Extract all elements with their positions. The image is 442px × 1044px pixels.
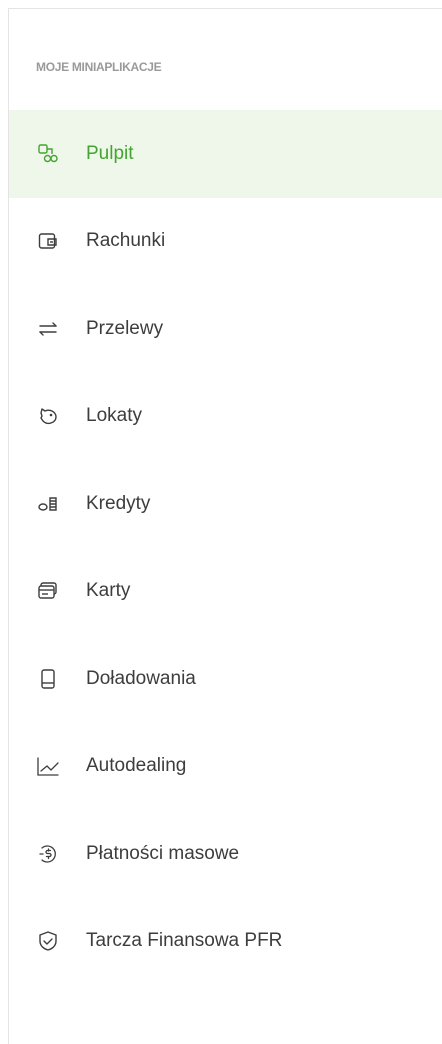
menu-item-autodealing[interactable]: Autodealing <box>9 723 442 811</box>
menu-item-label: Przelewy <box>86 317 164 339</box>
menu-item-label: Doładowania <box>86 667 196 689</box>
section-title: MOJE MINIAPLIKACJE <box>36 60 162 74</box>
coins-icon <box>37 493 59 515</box>
menu-item-label: Rachunki <box>86 230 166 252</box>
miniapps-menu: Pulpit Rachunki Przelewy Lokaty Kredyty … <box>9 110 442 985</box>
panel-top-border <box>8 8 442 9</box>
menu-item-label: Autodealing <box>86 755 187 777</box>
menu-item-lokaty[interactable]: Lokaty <box>9 373 442 461</box>
menu-item-tarcza-finansowa[interactable]: Tarcza Finansowa PFR <box>9 898 442 986</box>
phone-icon <box>37 668 59 690</box>
menu-item-label: Pulpit <box>86 142 134 164</box>
menu-item-platnosci-masowe[interactable]: Płatności masowe <box>9 810 442 898</box>
shield-check-icon <box>37 930 59 952</box>
menu-item-label: Płatności masowe <box>86 842 240 864</box>
piggy-bank-icon <box>37 405 59 427</box>
miniapps-sidebar: MOJE MINIAPLIKACJE Pulpit Rachunki Przel… <box>0 0 442 1044</box>
menu-item-label: Lokaty <box>86 405 142 427</box>
wallet-icon <box>37 230 59 252</box>
menu-item-label: Tarcza Finansowa PFR <box>86 930 283 952</box>
menu-item-przelewy[interactable]: Przelewy <box>9 285 442 373</box>
menu-item-label: Karty <box>86 580 131 602</box>
menu-item-pulpit[interactable]: Pulpit <box>9 110 442 198</box>
dashboard-icon <box>37 143 59 165</box>
menu-item-doladowania[interactable]: Doładowania <box>9 635 442 723</box>
menu-item-karty[interactable]: Karty <box>9 548 442 636</box>
dollar-cycle-icon <box>37 843 59 865</box>
transfer-arrows-icon <box>37 318 59 340</box>
menu-item-rachunki[interactable]: Rachunki <box>9 198 442 286</box>
cards-icon <box>37 580 59 602</box>
chart-line-icon <box>37 755 59 777</box>
menu-item-kredyty[interactable]: Kredyty <box>9 460 442 548</box>
menu-item-label: Kredyty <box>86 492 151 514</box>
